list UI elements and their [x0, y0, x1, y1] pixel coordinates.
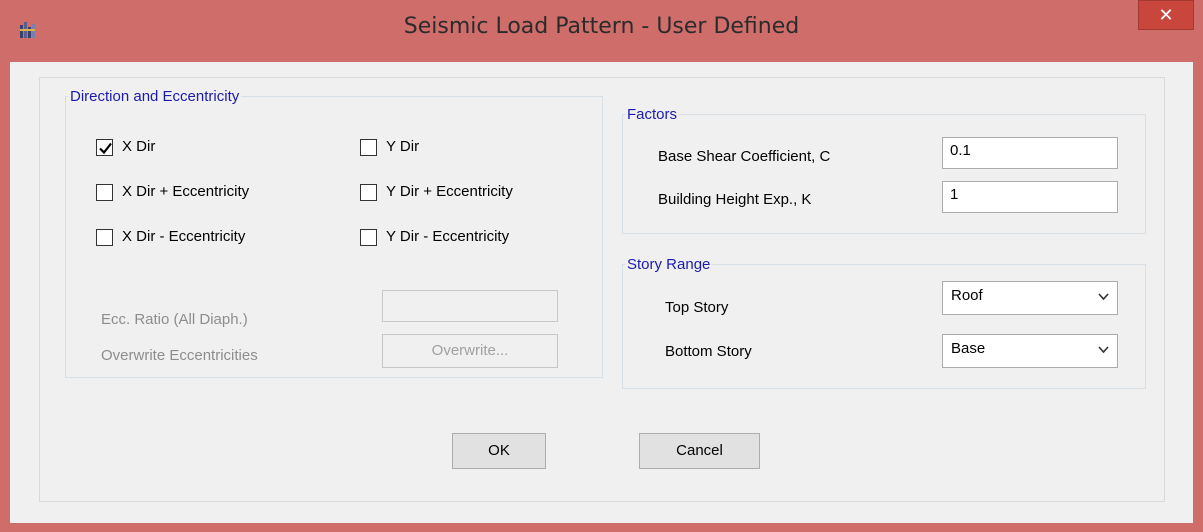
y-dir-minus-ecc-checkbox[interactable]	[360, 229, 377, 246]
close-button[interactable]: ✕	[1138, 0, 1194, 30]
base-shear-input[interactable]: 0.1	[942, 137, 1118, 169]
base-shear-label: Base Shear Coefficient, C	[658, 148, 831, 165]
dialog-body: Direction and Eccentricity X Dir X Dir +…	[10, 62, 1193, 523]
cancel-button[interactable]: Cancel	[639, 433, 760, 469]
x-dir-minus-ecc-label[interactable]: X Dir - Eccentricity	[122, 228, 245, 245]
x-dir-label[interactable]: X Dir	[122, 138, 155, 155]
height-exp-label: Building Height Exp., K	[658, 191, 812, 208]
dialog-window: Seismic Load Pattern - User Defined ✕ Di…	[0, 0, 1203, 532]
y-dir-plus-ecc-checkbox[interactable]	[360, 184, 377, 201]
ecc-ratio-label: Ecc. Ratio (All Diaph.)	[101, 311, 248, 328]
dialog-frame: Direction and Eccentricity X Dir X Dir +…	[39, 77, 1165, 502]
chevron-down-icon	[1098, 346, 1109, 354]
y-dir-label[interactable]: Y Dir	[386, 138, 419, 155]
factors-legend: Factors	[627, 106, 678, 123]
x-dir-plus-ecc-label[interactable]: X Dir + Eccentricity	[122, 183, 249, 200]
direction-eccentricity-legend: Direction and Eccentricity	[70, 88, 240, 105]
height-exp-input[interactable]: 1	[942, 181, 1118, 213]
overwrite-button[interactable]: Overwrite...	[382, 334, 558, 368]
x-dir-checkbox[interactable]	[96, 139, 113, 156]
y-dir-checkbox[interactable]	[360, 139, 377, 156]
x-dir-minus-ecc-checkbox[interactable]	[96, 229, 113, 246]
checkmark-icon	[99, 142, 112, 155]
story-range-legend: Story Range	[627, 256, 711, 273]
bottom-story-label: Bottom Story	[665, 343, 752, 360]
window-title: Seismic Load Pattern - User Defined	[403, 14, 800, 39]
title-bar[interactable]: Seismic Load Pattern - User Defined ✕	[0, 0, 1203, 60]
ecc-ratio-input[interactable]	[382, 290, 558, 322]
y-dir-plus-ecc-label[interactable]: Y Dir + Eccentricity	[386, 183, 513, 200]
story-range-group: Story Range	[622, 256, 1146, 389]
top-story-select[interactable]: Roof	[942, 281, 1118, 315]
close-icon: ✕	[1158, 5, 1174, 25]
bottom-story-value: Base	[951, 340, 986, 357]
x-dir-plus-ecc-checkbox[interactable]	[96, 184, 113, 201]
overwrite-eccentricities-label: Overwrite Eccentricities	[101, 347, 258, 364]
chevron-down-icon	[1098, 293, 1109, 301]
y-dir-minus-ecc-label[interactable]: Y Dir - Eccentricity	[386, 228, 509, 245]
factors-group: Factors	[622, 106, 1146, 234]
top-story-value: Roof	[951, 287, 983, 304]
top-story-label: Top Story	[665, 299, 729, 316]
ok-button[interactable]: OK	[452, 433, 546, 469]
bottom-story-select[interactable]: Base	[942, 334, 1118, 368]
